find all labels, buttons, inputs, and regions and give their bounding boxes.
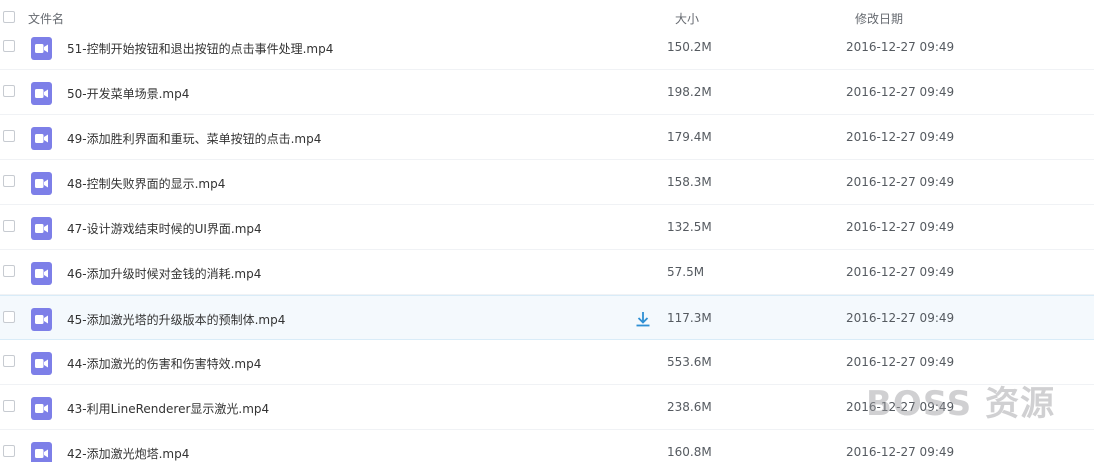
file-modified-date: 2016-12-27 09:49 [846, 175, 955, 189]
download-icon[interactable] [634, 310, 652, 328]
file-row[interactable]: 48-控制失败界面的显示.mp4 158.3M 2016-12-27 09:49 [0, 160, 1094, 205]
video-file-icon [31, 37, 52, 60]
file-name[interactable]: 51-控制开始按钮和退出按钮的点击事件处理.mp4 [67, 40, 333, 57]
file-row[interactable]: 46-添加升级时候对金钱的消耗.mp4 57.5M 2016-12-27 09:… [0, 250, 1094, 295]
file-name[interactable]: 50-开发菜单场景.mp4 [67, 85, 189, 102]
video-file-icon [31, 172, 52, 195]
file-row[interactable]: 45-添加激光塔的升级版本的预制体.mp4 117.3M 2016-12-27 … [0, 295, 1094, 340]
file-row-checkbox[interactable] [3, 265, 15, 277]
video-file-icon [31, 217, 52, 240]
file-name[interactable]: 42-添加激光炮塔.mp4 [67, 445, 189, 462]
file-name[interactable]: 45-添加激光塔的升级版本的预制体.mp4 [67, 311, 285, 328]
file-size: 198.2M [667, 85, 712, 99]
file-size: 179.4M [667, 130, 712, 144]
file-row[interactable]: 44-添加激光的伤害和伤害特效.mp4 553.6M 2016-12-27 09… [0, 340, 1094, 385]
file-row-checkbox[interactable] [3, 311, 15, 323]
file-row[interactable]: 51-控制开始按钮和退出按钮的点击事件处理.mp4 150.2M 2016-12… [0, 25, 1094, 70]
file-size: 553.6M [667, 355, 712, 369]
file-size: 150.2M [667, 40, 712, 54]
file-size: 160.8M [667, 445, 712, 459]
video-file-icon [31, 397, 52, 420]
file-modified-date: 2016-12-27 09:49 [846, 220, 955, 234]
file-size: 132.5M [667, 220, 712, 234]
video-file-icon [31, 127, 52, 150]
file-rows: 51-控制开始按钮和退出按钮的点击事件处理.mp4 150.2M 2016-12… [0, 25, 1094, 462]
file-row-checkbox[interactable] [3, 130, 15, 142]
file-list: 文件名 大小 修改日期 51-控制开始按钮和退出按钮的点击事件处理.mp4 15… [0, 0, 1094, 462]
file-name[interactable]: 43-利用LineRenderer显示激光.mp4 [67, 400, 269, 417]
file-modified-date: 2016-12-27 09:49 [846, 40, 955, 54]
file-name[interactable]: 47-设计游戏结束时候的UI界面.mp4 [67, 220, 262, 237]
file-size: 158.3M [667, 175, 712, 189]
video-file-icon [31, 308, 52, 331]
file-name[interactable]: 44-添加激光的伤害和伤害特效.mp4 [67, 355, 261, 372]
file-name[interactable]: 49-添加胜利界面和重玩、菜单按钮的点击.mp4 [67, 130, 321, 147]
file-row-checkbox[interactable] [3, 175, 15, 187]
file-row[interactable]: 42-添加激光炮塔.mp4 160.8M 2016-12-27 09:49 [0, 430, 1094, 462]
file-size: 238.6M [667, 400, 712, 414]
file-size: 57.5M [667, 265, 705, 279]
select-all-checkbox[interactable] [3, 11, 15, 23]
file-size: 117.3M [667, 311, 712, 325]
file-name[interactable]: 46-添加升级时候对金钱的消耗.mp4 [67, 265, 261, 282]
file-row[interactable]: 47-设计游戏结束时候的UI界面.mp4 132.5M 2016-12-27 0… [0, 205, 1094, 250]
file-modified-date: 2016-12-27 09:49 [846, 355, 955, 369]
file-modified-date: 2016-12-27 09:49 [846, 400, 955, 414]
file-modified-date: 2016-12-27 09:49 [846, 311, 955, 325]
file-modified-date: 2016-12-27 09:49 [846, 85, 955, 99]
file-row-checkbox[interactable] [3, 85, 15, 97]
file-row-checkbox[interactable] [3, 220, 15, 232]
file-name[interactable]: 48-控制失败界面的显示.mp4 [67, 175, 225, 192]
file-row[interactable]: 50-开发菜单场景.mp4 198.2M 2016-12-27 09:49 [0, 70, 1094, 115]
file-modified-date: 2016-12-27 09:49 [846, 265, 955, 279]
video-file-icon [31, 262, 52, 285]
file-modified-date: 2016-12-27 09:49 [846, 445, 955, 459]
file-row[interactable]: 43-利用LineRenderer显示激光.mp4 238.6M 2016-12… [0, 385, 1094, 430]
file-row-checkbox[interactable] [3, 355, 15, 367]
video-file-icon [31, 442, 52, 462]
video-file-icon [31, 352, 52, 375]
file-row-checkbox[interactable] [3, 445, 15, 457]
file-row-checkbox[interactable] [3, 400, 15, 412]
video-file-icon [31, 82, 52, 105]
file-modified-date: 2016-12-27 09:49 [846, 130, 955, 144]
file-row-checkbox[interactable] [3, 40, 15, 52]
file-row[interactable]: 49-添加胜利界面和重玩、菜单按钮的点击.mp4 179.4M 2016-12-… [0, 115, 1094, 160]
